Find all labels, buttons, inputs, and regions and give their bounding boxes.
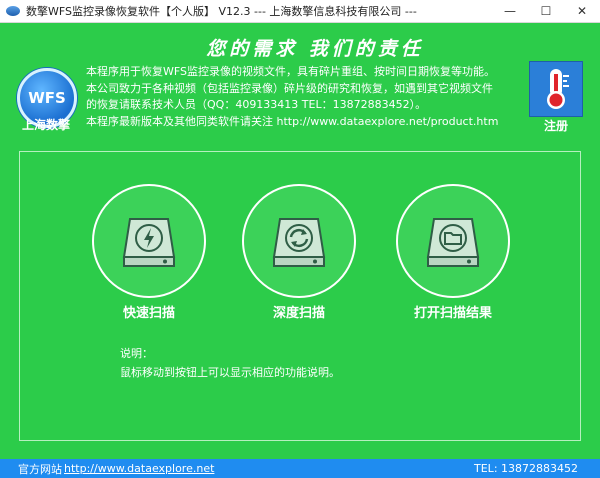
open-results-button[interactable] xyxy=(396,184,510,298)
thermometer-key-icon xyxy=(547,69,569,109)
deep-scan-button[interactable] xyxy=(242,184,356,298)
register-button[interactable] xyxy=(529,61,583,117)
lightning-icon xyxy=(122,218,176,267)
status-bar: 官方网站 http://www.dataexplore.net TEL: 138… xyxy=(0,459,600,478)
scan-panel: 快速扫描 深度扫描 打开扫描结果 说明： 鼠标移动到按钮上可以显示相应的功能说明… xyxy=(19,151,581,441)
description: 本程序用于恢复WFS监控录像的视频文件，具有碎片重组、按时间日期恢复等功能。 本… xyxy=(86,64,526,130)
company-name: 上海数擎 xyxy=(21,118,70,132)
close-button[interactable]: ✕ xyxy=(564,0,600,22)
site-link[interactable]: http://www.dataexplore.net xyxy=(64,462,214,475)
minimize-button[interactable]: — xyxy=(492,0,528,22)
quick-scan-label[interactable]: 快速扫描 xyxy=(89,302,209,321)
window-title: 数擎WFS监控录像恢复软件【个人版】 V12.3 --- 上海数擎信息科技有限公… xyxy=(26,5,417,18)
notes-text: 鼠标移动到按钮上可以显示相应的功能说明。 xyxy=(120,366,340,379)
status-tel: TEL: 13872883452 xyxy=(474,462,578,475)
refresh-icon xyxy=(272,218,326,267)
open-results-label[interactable]: 打开扫描结果 xyxy=(393,302,513,321)
site-label: 官方网站 xyxy=(18,462,62,476)
slogan: 您的需求 我们的责任 xyxy=(206,38,424,60)
title-bar: 数擎WFS监控录像恢复软件【个人版】 V12.3 --- 上海数擎信息科技有限公… xyxy=(0,0,600,23)
description-line: 本程序用于恢复WFS监控录像的视频文件，具有碎片重组、按时间日期恢复等功能。 xyxy=(86,65,495,78)
main-area: 您的需求 我们的责任 WFS 上海数擎 本程序用于恢复WFS监控录像的视频文件，… xyxy=(0,23,600,478)
folder-icon xyxy=(426,218,480,267)
deep-scan-label[interactable]: 深度扫描 xyxy=(239,302,359,321)
maximize-button[interactable]: ☐ xyxy=(528,0,564,22)
window-controls: — ☐ ✕ xyxy=(492,0,600,22)
description-line: 本公司致力于各种视频（包括监控录像）碎片级的研究和恢复，如遇到其它视频文件 xyxy=(86,81,493,95)
app-icon xyxy=(6,6,20,16)
description-line: 本程序最新版本及其他同类软件请关注 http://www.dataexplore… xyxy=(86,114,499,128)
description-line: 的恢复请联系技术人员（QQ：409133413 TEL：13872883452）… xyxy=(86,98,427,111)
quick-scan-button[interactable] xyxy=(92,184,206,298)
notes-title: 说明： xyxy=(120,347,153,360)
register-label: 注册 xyxy=(543,119,568,133)
